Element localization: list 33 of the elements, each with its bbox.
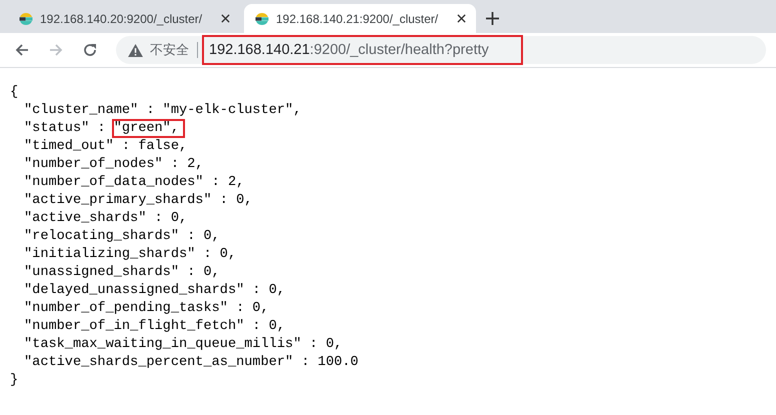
address-bar[interactable]: 不安全 192.168.140.21:9200/_cluster/health?pretty (116, 36, 766, 64)
browser-tab[interactable]: 192.168.140.20:9200/_cluster/ (8, 4, 240, 33)
json-text: { (10, 85, 18, 100)
json-text: "active_shards" : 0, (24, 211, 188, 226)
warning-icon (128, 44, 143, 56)
back-icon[interactable] (14, 42, 30, 58)
json-text: "task_max_waiting_in_queue_millis" : 0, (24, 337, 342, 352)
json-text: "unassigned_shards" : 0, (24, 265, 220, 280)
json-text: "active_primary_shards" : 0, (24, 193, 252, 208)
new-tab-icon[interactable] (486, 12, 499, 25)
json-text: "number_of_pending_tasks" : 0, (24, 301, 269, 316)
reload-icon[interactable] (82, 42, 98, 58)
json-text: "relocating_shards" : 0, (24, 229, 220, 244)
json-text: } (10, 373, 18, 388)
json-text: "timed_out" : false, (24, 139, 188, 154)
tab-title: 192.168.140.20:9200/_cluster/ (40, 12, 204, 26)
browser-tab[interactable]: 192.168.140.21:9200/_cluster/ (244, 4, 476, 33)
json-text: "initializing_shards" : 0, (24, 247, 236, 262)
json-text: "number_of_in_flight_fetch" : 0, (24, 319, 286, 334)
json-text: "active_shards_percent_as_number" : 100.0 (24, 355, 358, 370)
security-label: 不安全 (150, 41, 189, 59)
json-text: "number_of_nodes" : 2, (24, 157, 204, 172)
favicon-icon (254, 10, 270, 26)
close-icon[interactable] (221, 14, 230, 23)
close-icon[interactable] (457, 14, 466, 23)
favicon-icon (18, 10, 34, 26)
json-text: "delayed_unassigned_shards" : 0, (24, 283, 286, 298)
json-text: "cluster_name" : "my-elk-cluster", (24, 103, 302, 118)
highlighted-value: "green", (114, 121, 183, 136)
tab-title: 192.168.140.21:9200/_cluster/ (276, 12, 440, 26)
json-text: "number_of_data_nodes" : 2, (24, 175, 244, 190)
json-text: "status" : (24, 121, 107, 136)
url-text: 192.168.140.21:9200/_cluster/health?pretty (202, 35, 523, 65)
